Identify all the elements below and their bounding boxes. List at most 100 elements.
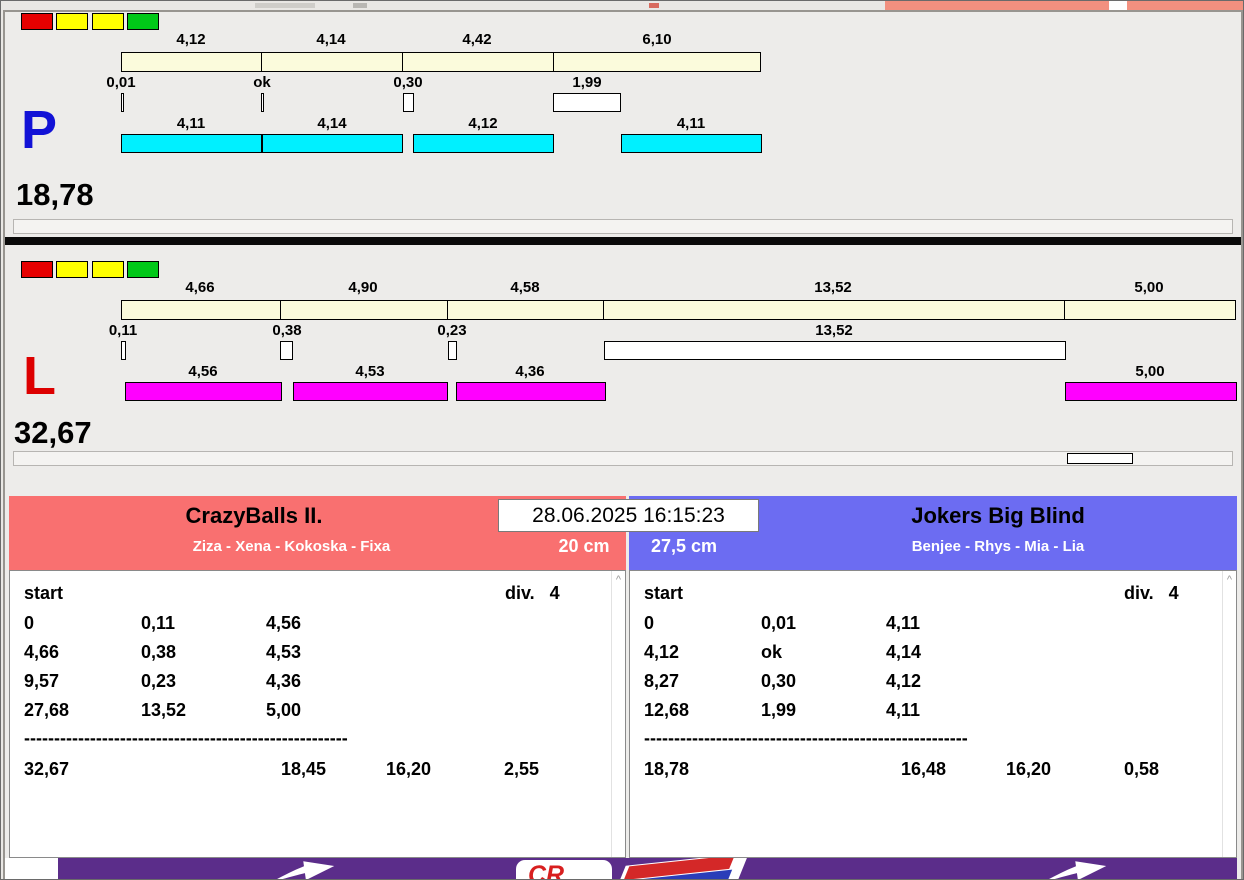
light-green-icon — [127, 13, 160, 30]
total-time: 18,78 — [644, 759, 690, 779]
dog-run-bar — [1065, 382, 1237, 401]
change-time: 0,30 — [393, 74, 423, 91]
result-cell: 4,56 — [266, 613, 302, 633]
division-time: 16,20 — [1006, 759, 1052, 779]
result-cell: 12,68 — [644, 700, 690, 720]
dog-time: 4,12 — [468, 115, 498, 132]
heat-split-bar-segment — [603, 300, 1065, 320]
window-fragment — [255, 3, 315, 8]
cr-logo: CR — [516, 860, 612, 879]
table-scrollbar[interactable]: ^ — [611, 571, 625, 857]
team-members: Benjee - Rhys - Mia - Lia — [911, 538, 1085, 555]
heat-split-time: 4,14 — [316, 31, 346, 48]
col-header-start: start — [644, 583, 684, 603]
start-lights — [21, 261, 160, 279]
result-cell: 4,53 — [266, 642, 302, 662]
col-header-start: start — [24, 583, 64, 603]
dog-time: 4,11 — [176, 115, 206, 132]
dog-time: 4,56 — [188, 363, 218, 380]
dog-run-bar — [621, 134, 762, 153]
change-gap-marker — [121, 341, 126, 360]
background-window-pink-strip — [885, 1, 1243, 10]
heat-split-time: 4,90 — [348, 279, 378, 296]
col-header-div: div. 4 — [1124, 583, 1179, 603]
heat-split-time: 4,66 — [185, 279, 215, 296]
result-cell: 0,38 — [141, 642, 177, 662]
lane-letter: L — [23, 346, 56, 406]
heat-split-time: 6,10 — [642, 31, 672, 48]
background-window-gap — [1109, 1, 1127, 10]
heat-split-bar-segment — [121, 300, 281, 320]
change-gap-marker — [403, 93, 414, 112]
total-dog-sum: 18,45 — [281, 759, 327, 779]
result-cell: 4,66 — [24, 642, 60, 662]
datetime-display: 28.06.2025 16:15:23 — [498, 499, 759, 532]
team-name: Jokers Big Blind — [911, 503, 1085, 528]
time-difference: 0,58 — [1124, 759, 1160, 779]
light-yellow-2-icon — [91, 261, 124, 278]
time-difference: 2,55 — [504, 759, 540, 779]
result-cell: 8,27 — [644, 671, 680, 691]
result-cell: ok — [761, 642, 783, 662]
window-fragment — [649, 3, 659, 8]
result-cell: 0,23 — [141, 671, 177, 691]
right-result-table: start div. 4 0 0,01 4,11 4,12 ok 4,14 8,… — [629, 570, 1237, 858]
change-gap-marker — [448, 341, 457, 360]
light-yellow-2-icon — [91, 13, 124, 30]
result-cell: 4,36 — [266, 671, 302, 691]
dog-time: 4,11 — [676, 115, 706, 132]
empty-track-strip — [13, 219, 1233, 234]
team-members: Ziza - Xena - Kokoska - Fixa — [192, 538, 391, 555]
dog-run-bar — [293, 382, 448, 401]
result-cell: 5,00 — [266, 700, 302, 720]
lane-divider — [5, 237, 1241, 245]
heat-split-bar-segment — [1064, 300, 1236, 320]
empty-track-strip — [13, 451, 1233, 466]
lane-total-time: 32,67 — [14, 415, 92, 450]
flyball-timing-screen: 4,12 4,14 4,42 6,10 0,01 ok 0,30 1,99 4,… — [0, 0, 1244, 880]
separator-dashes: ----------------------------------------… — [644, 728, 968, 748]
result-cell: 4,12 — [886, 671, 922, 691]
jump-height: 20 cm — [558, 536, 610, 556]
start-lights — [21, 13, 160, 31]
result-cell: 4,12 — [644, 642, 680, 662]
heat-split-bar-segment — [261, 52, 403, 72]
footer-banner: CR — [5, 858, 1237, 879]
table-scrollbar[interactable]: ^ — [1222, 571, 1236, 857]
change-time: 13,52 — [815, 322, 853, 339]
jump-height: 27,5 cm — [651, 536, 718, 556]
total-time: 32,67 — [24, 759, 70, 779]
heat-split-time: 4,42 — [462, 31, 492, 48]
col-header-div: div. 4 — [505, 583, 560, 603]
division-time: 16,20 — [386, 759, 432, 779]
lane-total-time: 18,78 — [16, 177, 94, 212]
change-time: 0,23 — [437, 322, 467, 339]
dog-time: 4,53 — [355, 363, 385, 380]
result-cell: 4,11 — [886, 700, 921, 720]
separator-dashes: ----------------------------------------… — [24, 728, 348, 748]
window-fragment — [353, 3, 367, 8]
result-cell: 0,30 — [761, 671, 797, 691]
heat-split-bar-segment — [121, 52, 262, 72]
dog-run-bar — [121, 134, 262, 153]
left-result-table: start div. 4 0 0,11 4,56 4,66 0,38 4,53 … — [9, 570, 626, 858]
result-cell: 1,99 — [761, 700, 797, 720]
dog-run-bar — [125, 382, 282, 401]
result-cell: 0,11 — [141, 613, 176, 633]
change-time: 0,38 — [272, 322, 302, 339]
result-cell: 27,68 — [24, 700, 70, 720]
result-cell: 0 — [644, 613, 655, 633]
scroll-up-icon[interactable]: ^ — [612, 575, 625, 586]
heat-split-bar-segment — [553, 52, 761, 72]
change-gap-marker — [280, 341, 293, 360]
heat-split-bar-segment — [280, 300, 448, 320]
result-cell: 0,01 — [761, 613, 797, 633]
change-time: 0,01 — [106, 74, 136, 91]
scroll-up-icon[interactable]: ^ — [1223, 575, 1236, 586]
light-green-icon — [127, 261, 160, 278]
total-dog-sum: 16,48 — [901, 759, 947, 779]
light-yellow-1-icon — [56, 261, 89, 278]
result-cell: 13,52 — [141, 700, 187, 720]
dog-run-bar — [413, 134, 554, 153]
heat-split-time: 5,00 — [1134, 279, 1164, 296]
